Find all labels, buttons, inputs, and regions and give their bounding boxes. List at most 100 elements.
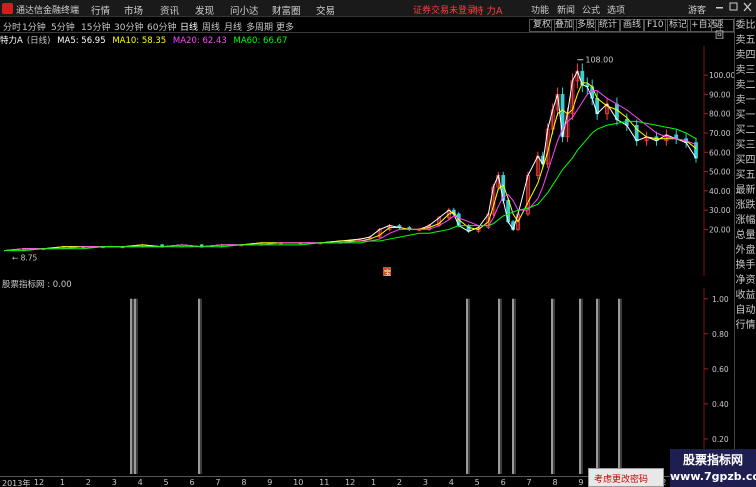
watermark-title: 股票指标网 bbox=[682, 453, 743, 467]
y-tick-label: 80.00 bbox=[709, 110, 731, 119]
date-tick-label: 5 bbox=[474, 478, 480, 487]
draw-line-button[interactable]: 画线 bbox=[619, 19, 646, 32]
password-notice-popup[interactable]: 考虑更改密码 bbox=[588, 468, 664, 487]
y-tick-label: 20.00 bbox=[709, 225, 731, 234]
date-tick-label: 3 bbox=[422, 478, 428, 487]
menu-news-right[interactable]: 新闻 bbox=[557, 3, 575, 16]
date-tick-label: 2 bbox=[396, 478, 402, 487]
quote-field-label: 卖一 bbox=[735, 95, 756, 106]
y-tick-label: 50.00 bbox=[709, 168, 731, 177]
period-multi[interactable]: 多周期 bbox=[246, 20, 273, 33]
ma-info-line: 特力A (日线) MA5: 56.95 MA10: 58.35 MA20: 62.… bbox=[0, 34, 291, 46]
date-tick-label: 9 bbox=[578, 478, 584, 487]
quote-field-label: 涨跌 bbox=[735, 200, 756, 211]
y-tick-label: 30.00 bbox=[709, 206, 731, 215]
y-tick-label: 40.00 bbox=[709, 187, 731, 196]
quote-info-column: 委比 卖五 卖四 卖三 卖二 卖一 买一 买二 买三 买四 买五 最新 涨跌 涨幅 总量 外盘 换手 净资 收益 自动… bbox=[734, 18, 756, 487]
indicator-tick-label: 0.60 bbox=[712, 365, 729, 374]
stock-name: 特力A bbox=[0, 36, 23, 46]
app-logo-icon bbox=[2, 3, 13, 14]
date-tick-label: 6 bbox=[189, 478, 195, 487]
ma5-value: MA5: 56.95 bbox=[57, 36, 106, 46]
quote-field-label: 买一 bbox=[735, 110, 756, 121]
quote-field-label[interactable]: 自动 bbox=[735, 303, 756, 318]
quote-field-label: 买二 bbox=[735, 125, 756, 136]
quote-field-label: 换手 bbox=[735, 260, 756, 271]
event-marker-label: 宝 bbox=[384, 268, 391, 276]
menu-options[interactable]: 选项 bbox=[607, 3, 625, 16]
quote-field-label: 买三 bbox=[735, 140, 756, 151]
app-title: 通达信金融终端 bbox=[16, 6, 80, 16]
window-controls[interactable] bbox=[714, 2, 754, 14]
menu-wealth-circle[interactable]: 财富圈 bbox=[272, 3, 301, 17]
quote-field-label: 委比 bbox=[735, 20, 756, 31]
date-tick-label: 7 bbox=[215, 478, 221, 487]
indicator-tick-label: 1.00 bbox=[712, 295, 729, 304]
period-monthly[interactable]: 月线 bbox=[224, 20, 242, 33]
quote-field-label: 卖二 bbox=[735, 80, 756, 91]
trade-login-link[interactable]: 证券交易未登录 bbox=[413, 3, 476, 16]
statistics-button[interactable]: 统计 bbox=[595, 19, 622, 32]
date-tick-label: 8 bbox=[241, 478, 247, 487]
menu-functions[interactable]: 功能 bbox=[531, 3, 549, 16]
title-bar: 通达信金融终端 行情 市场 资讯 发现 问小达 财富圈 交易 证券交易未登录 特… bbox=[0, 0, 756, 17]
date-tick-label: 11 bbox=[319, 478, 330, 487]
y-tick-label: 90.00 bbox=[709, 90, 731, 99]
date-tick-label: 2 bbox=[85, 478, 91, 487]
date-tick-label: 1 bbox=[59, 478, 65, 487]
ma-line-0 bbox=[3, 70, 697, 252]
ma-line-2 bbox=[3, 90, 697, 252]
quote-field-label[interactable]: 行情 bbox=[735, 318, 756, 333]
date-tick-label: 12 bbox=[33, 478, 45, 487]
quote-field-label: 卖五 bbox=[735, 35, 756, 46]
date-tick-label: 2013年 bbox=[2, 479, 31, 487]
period-daily[interactable]: 日线 bbox=[180, 20, 198, 33]
menu-formula[interactable]: 公式 bbox=[582, 3, 600, 16]
maximize-icon bbox=[729, 2, 738, 11]
indicator-tick-label: 0.20 bbox=[712, 435, 729, 444]
ma20-value: MA20: 62.43 bbox=[172, 36, 227, 46]
date-tick-label: 1 bbox=[370, 478, 377, 487]
date-tick-label: 6 bbox=[500, 478, 506, 487]
menu-market[interactable]: 市场 bbox=[124, 3, 143, 17]
period-30min[interactable]: 30分钟 bbox=[114, 20, 143, 33]
period-intraday[interactable]: 分时 bbox=[3, 20, 21, 33]
close-icon bbox=[743, 2, 752, 12]
window-stock-name: 特 力A bbox=[474, 6, 503, 17]
back-button[interactable]: 返回 bbox=[711, 19, 734, 41]
high-price-label: 108.00 bbox=[585, 56, 613, 65]
period-toolbar: 分时 1分钟 5分钟 15分钟 30分钟 60分钟 日线 周线 月线 多周期 更… bbox=[0, 18, 734, 41]
date-tick-label: 5 bbox=[163, 478, 169, 487]
period-weekly[interactable]: 周线 bbox=[202, 20, 220, 33]
y-tick-label: 70.00 bbox=[709, 129, 731, 138]
y-tick-label: 100.00 bbox=[709, 71, 734, 80]
quote-field-label: 买四 bbox=[735, 155, 756, 166]
period-5min[interactable]: 5分钟 bbox=[51, 20, 75, 33]
low-price-label: ← 8.75 bbox=[12, 254, 38, 263]
period-1min[interactable]: 1分钟 bbox=[22, 20, 46, 33]
date-tick-label: 4 bbox=[448, 478, 454, 487]
user-guest[interactable]: 游客 bbox=[688, 3, 706, 16]
quote-field-label: 收益 bbox=[735, 290, 756, 301]
indicator-chart[interactable]: 0.20 0.40 0.60 0.80 1.00 bbox=[0, 288, 734, 476]
menu-trade[interactable]: 交易 bbox=[316, 3, 335, 17]
quote-field-label: 最新 bbox=[735, 185, 756, 196]
menu-news[interactable]: 资讯 bbox=[160, 3, 179, 17]
period-more[interactable]: 更多 bbox=[276, 20, 294, 33]
menu-discover[interactable]: 发现 bbox=[195, 3, 214, 17]
quote-field-label: 卖三 bbox=[735, 65, 756, 76]
date-tick-label: 8 bbox=[552, 478, 558, 487]
menu-ask-xiaoda[interactable]: 问小达 bbox=[230, 3, 259, 17]
f10-button[interactable]: F10 bbox=[643, 19, 668, 32]
date-tick-label: 9 bbox=[267, 478, 273, 487]
quote-field-label: 总量 bbox=[735, 230, 756, 241]
price-chart[interactable]: 20.00 30.00 40.00 50.00 60.00 70.00 80.00 90.00… bbox=[0, 46, 734, 276]
menu-quotes[interactable]: 行情 bbox=[91, 3, 110, 17]
date-tick-label: 10 bbox=[293, 478, 304, 487]
date-tick-label: 12 bbox=[345, 478, 356, 487]
period-60min[interactable]: 60分钟 bbox=[147, 20, 176, 33]
ma-line-3 bbox=[4, 120, 697, 252]
quote-field-label: 净资 bbox=[735, 275, 756, 286]
period-15min[interactable]: 15分钟 bbox=[81, 20, 110, 33]
quote-field-label: 买五 bbox=[735, 170, 756, 181]
